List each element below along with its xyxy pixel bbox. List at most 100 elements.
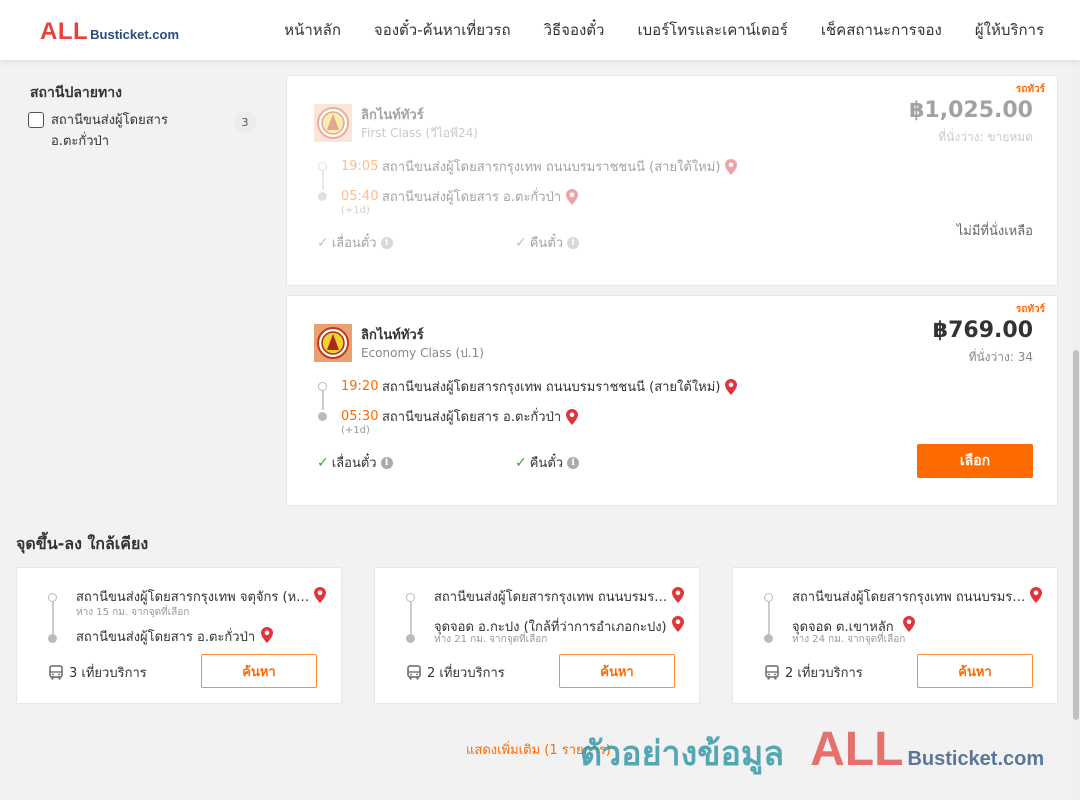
timeline-line bbox=[52, 602, 54, 634]
check-icon: ✓ bbox=[515, 234, 527, 251]
departure-time: 19:20 bbox=[341, 379, 379, 394]
feature-change-ticket: ✓ เลื่อนตั๋ว i bbox=[317, 452, 393, 473]
timeline-end-dot bbox=[764, 634, 773, 643]
timeline-start-dot bbox=[318, 162, 327, 171]
map-pin-icon[interactable] bbox=[314, 587, 326, 607]
timeline-line bbox=[410, 602, 412, 634]
watermark-logo-rest: Busticket.com bbox=[907, 748, 1045, 770]
map-pin-icon[interactable] bbox=[566, 408, 579, 425]
feature-label: เลื่อนตั๋ว bbox=[331, 456, 377, 471]
operator-logo bbox=[314, 104, 352, 142]
nav-contact-counter[interactable]: เบอร์โทรและเคาน์เตอร์ bbox=[637, 18, 787, 42]
map-pin-icon[interactable] bbox=[725, 378, 738, 395]
arrival-stop: 05:40 สถานีขนส่งผู้โดยสาร อ.ตะกั่วป่า bbox=[341, 186, 579, 207]
info-icon[interactable]: i bbox=[380, 456, 393, 469]
departure-station: สถานีขนส่งผู้โดยสารกรุงเทพ ถนนบรมราชชนนี… bbox=[382, 380, 721, 395]
nearby-stops-title: จุดขึ้น-ลง ใกล้เคียง bbox=[16, 534, 149, 553]
timeline-end-dot bbox=[406, 634, 415, 643]
feature-label: คืนตั๋ว bbox=[529, 456, 564, 471]
trip-price: ฿1,025.00 bbox=[909, 98, 1033, 123]
bus-type-tag: รถทัวร์ bbox=[1015, 304, 1045, 315]
operator-logo bbox=[314, 324, 352, 362]
nearby-route-card: สถานีขนส่งผู้โดยสารกรุงเทพ จตุจักร (หมอช… bbox=[16, 567, 342, 704]
nearby-to-distance: ห่าง 24 กม. จากจุดที่เลือก bbox=[792, 634, 906, 645]
filter-checkbox[interactable] bbox=[28, 112, 44, 128]
filter-count-badge: 3 bbox=[234, 111, 256, 133]
feature-label: คืนตั๋ว bbox=[529, 236, 564, 251]
feature-label: เลื่อนตั๋ว bbox=[331, 236, 377, 251]
next-day-note: (+1d) bbox=[341, 425, 370, 436]
feature-refund-ticket: ✓ คืนตั๋ว i bbox=[515, 452, 580, 473]
filter-option-takuapa[interactable]: สถานีขนส่งผู้โดยสาร อ.ตะกั่วป่า 3 bbox=[28, 110, 256, 152]
timeline-start-dot bbox=[48, 593, 57, 602]
seats-available: ที่นั่งว่าง: 34 bbox=[968, 350, 1033, 364]
arrival-time: 05:30 bbox=[341, 409, 379, 424]
timeline-start-dot bbox=[318, 382, 327, 391]
main-nav: หน้าหลัก จองตั๋ว-ค้นหาเที่ยวรถ วิธีจองตั… bbox=[284, 0, 1044, 60]
arrival-time: 05:40 bbox=[341, 189, 379, 204]
nav-how-to-book[interactable]: วิธีจองตั๋ว bbox=[544, 18, 605, 42]
operator-name: ลิกไนท์ทัวร์ bbox=[361, 108, 424, 123]
no-seats-status: ไม่มีที่นั่งเหลือ bbox=[956, 224, 1033, 239]
filter-option-label: สถานีขนส่งผู้โดยสาร อ.ตะกั่วป่า bbox=[51, 113, 168, 149]
trip-price: ฿769.00 bbox=[932, 318, 1033, 343]
arrival-station: สถานีขนส่งผู้โดยสาร อ.ตะกั่วป่า bbox=[382, 190, 562, 205]
nav-home[interactable]: หน้าหลัก bbox=[284, 18, 341, 42]
trip-count-label: 2 เที่ยวบริการ bbox=[785, 666, 863, 681]
bus-icon bbox=[765, 665, 779, 680]
timeline-start-dot bbox=[764, 593, 773, 602]
arrival-station: สถานีขนส่งผู้โดยสาร อ.ตะกั่วป่า bbox=[382, 410, 562, 425]
nearby-from-station: สถานีขนส่งผู้โดยสารกรุงเทพ ถนนบรมราชชนนี… bbox=[434, 590, 668, 605]
nearby-trip-count: 2 เที่ยวบริการ bbox=[407, 662, 505, 683]
arrival-stop: 05:30 สถานีขนส่งผู้โดยสาร อ.ตะกั่วป่า bbox=[341, 406, 579, 427]
nearby-from-distance: ห่าง 15 กม. จากจุดที่เลือก bbox=[76, 607, 190, 618]
filter-destination-title: สถานีปลายทาง bbox=[30, 85, 122, 101]
nearby-to-distance: ห่าง 21 กม. จากจุดที่เลือก bbox=[434, 634, 548, 645]
check-icon: ✓ bbox=[317, 234, 329, 251]
next-day-note: (+1d) bbox=[341, 205, 370, 216]
timeline-line bbox=[322, 171, 324, 190]
map-pin-icon[interactable] bbox=[566, 188, 579, 205]
map-pin-icon[interactable] bbox=[1030, 587, 1042, 607]
nearby-trip-count: 2 เที่ยวบริการ bbox=[765, 662, 863, 683]
departure-stop: 19:20 สถานีขนส่งผู้โดยสารกรุงเทพ ถนนบรมร… bbox=[341, 376, 738, 397]
nearby-from-station: สถานีขนส่งผู้โดยสารกรุงเทพ จตุจักร (หมอช… bbox=[76, 590, 310, 605]
page-scrollbar-thumb[interactable] bbox=[1073, 350, 1079, 720]
info-icon[interactable]: i bbox=[567, 456, 580, 469]
operator-name: ลิกไนท์ทัวร์ bbox=[361, 328, 424, 343]
trip-card: รถทัวร์ ลิกไนท์ทัวร์ First Class (วีไอพี… bbox=[286, 75, 1058, 286]
nav-check-booking[interactable]: เช็คสถานะการจอง bbox=[821, 18, 942, 42]
check-icon: ✓ bbox=[317, 454, 329, 471]
timeline-line bbox=[322, 391, 324, 410]
timeline-line bbox=[768, 602, 770, 634]
bus-icon bbox=[407, 665, 421, 680]
map-pin-icon[interactable] bbox=[672, 616, 684, 636]
site-logo[interactable]: ALL Busticket.com bbox=[40, 18, 179, 46]
info-icon[interactable]: i bbox=[567, 236, 580, 249]
map-pin-icon[interactable] bbox=[725, 158, 738, 175]
timeline-end-dot bbox=[318, 412, 327, 421]
nearby-search-button[interactable]: ค้นหา bbox=[917, 654, 1033, 688]
timeline-start-dot bbox=[406, 593, 415, 602]
logo-rest: Busticket.com bbox=[90, 27, 180, 42]
seat-class: Economy Class (ป.1) bbox=[361, 346, 484, 360]
nearby-from-station: สถานีขนส่งผู้โดยสารกรุงเทพ ถนนบรมราชชนนี… bbox=[792, 590, 1026, 605]
timeline-end-dot bbox=[48, 634, 57, 643]
feature-change-ticket: ✓ เลื่อนตั๋ว i bbox=[317, 232, 393, 253]
check-icon: ✓ bbox=[515, 454, 527, 471]
watermark-logo-main: ALL bbox=[810, 723, 904, 776]
map-pin-icon[interactable] bbox=[261, 627, 273, 647]
nearby-search-button[interactable]: ค้นหา bbox=[559, 654, 675, 688]
nav-book-search[interactable]: จองตั๋ว-ค้นหาเที่ยวรถ bbox=[374, 18, 511, 42]
show-more-link[interactable]: แสดงเพิ่มเติม (1 รายการ) bbox=[466, 739, 611, 760]
nearby-search-button[interactable]: ค้นหา bbox=[201, 654, 317, 688]
nearby-route-card: สถานีขนส่งผู้โดยสารกรุงเทพ ถนนบรมราชชนนี… bbox=[732, 567, 1058, 704]
info-icon[interactable]: i bbox=[380, 236, 393, 249]
nearby-trip-count: 3 เที่ยวบริการ bbox=[49, 662, 147, 683]
bus-icon bbox=[49, 665, 63, 680]
departure-station: สถานีขนส่งผู้โดยสารกรุงเทพ ถนนบรมราชชนนี… bbox=[382, 160, 721, 175]
map-pin-icon[interactable] bbox=[903, 616, 915, 636]
select-trip-button[interactable]: เลือก bbox=[917, 444, 1033, 478]
map-pin-icon[interactable] bbox=[672, 587, 684, 607]
nav-operators[interactable]: ผู้ให้บริการ bbox=[975, 18, 1044, 42]
